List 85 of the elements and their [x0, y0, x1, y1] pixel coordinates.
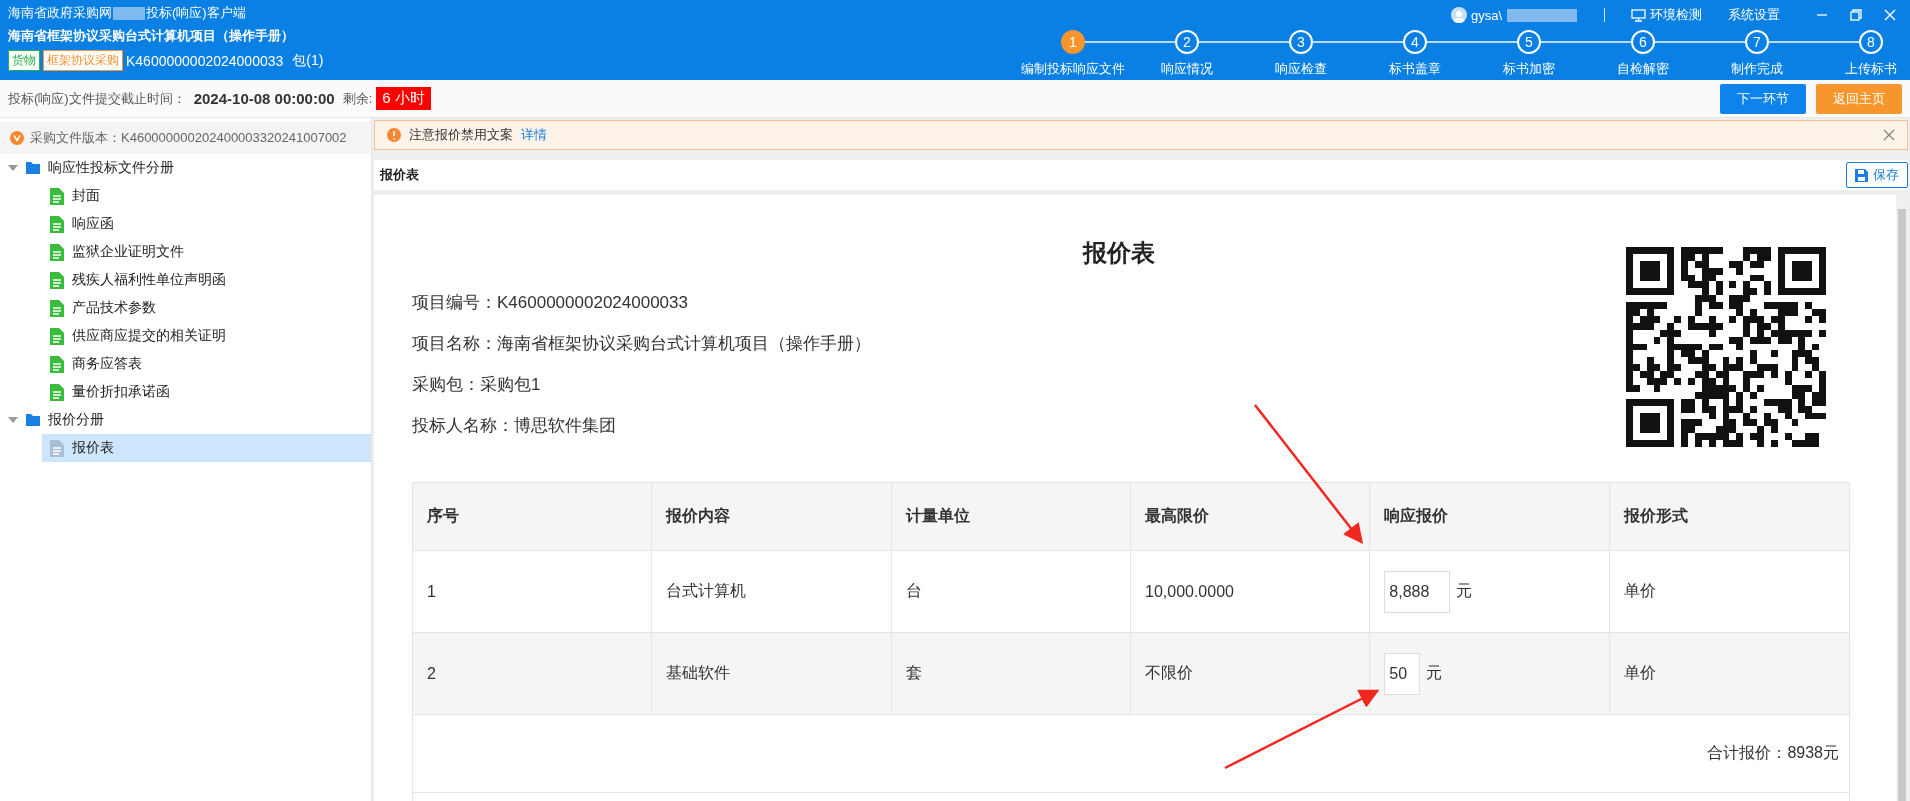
step-label: 标书加密	[1503, 60, 1555, 78]
notice-text: 注意报价禁用文案	[409, 126, 513, 144]
step-number[interactable]: 8	[1859, 30, 1883, 54]
table-cell: 不限价	[1131, 633, 1371, 715]
panel-title: 报价表	[380, 166, 419, 184]
step-number[interactable]: 7	[1745, 30, 1769, 54]
monitor-icon	[1631, 8, 1646, 22]
header-link[interactable]: 系统设置	[1728, 6, 1780, 24]
action-button[interactable]: 返回主页	[1816, 83, 1902, 114]
warning-icon	[387, 128, 401, 142]
step-number[interactable]: 5	[1517, 30, 1541, 54]
app-title: 海南省政府采购网	[8, 4, 112, 22]
step-number[interactable]: 2	[1175, 30, 1199, 54]
document-field: 项目编号：K4600000002024000033	[412, 291, 1626, 314]
tree-item[interactable]: 供应商应提交的相关证明	[0, 322, 371, 350]
document-icon	[50, 243, 64, 261]
close-icon[interactable]	[1883, 129, 1895, 141]
total-price: 合计报价：8938元	[1707, 743, 1839, 763]
step-number[interactable]: 1	[1061, 30, 1085, 54]
tree-item[interactable]: 监狱企业证明文件	[0, 238, 371, 266]
table-cell: 基础软件	[652, 633, 892, 715]
tree-item[interactable]: 报价表	[42, 434, 371, 462]
user-name: gysa\	[1470, 7, 1502, 23]
tree-folder[interactable]: 报价分册	[0, 406, 371, 434]
tag: 货物	[8, 50, 40, 71]
document-field: 采购包：采购包1	[412, 373, 1626, 396]
deadline-value: 2024-10-08 00:00:00	[193, 90, 335, 107]
price-input[interactable]: 50	[1384, 652, 1421, 695]
document-icon	[50, 439, 64, 457]
action-button[interactable]: 下一环节	[1720, 83, 1806, 114]
table-cell: 套	[891, 633, 1131, 715]
table-cell: 单价	[1609, 633, 1849, 715]
deadline-label: 投标(响应)文件提交截止时间：	[8, 89, 186, 108]
caret-icon[interactable]	[8, 165, 18, 171]
version-text: 采购文件版本：K460000000202400003320241007002	[30, 129, 347, 147]
redacted-block	[113, 6, 145, 20]
tree-folder[interactable]: 响应性投标文件分册	[0, 154, 371, 182]
document-icon	[50, 299, 64, 317]
document-icon	[50, 383, 64, 401]
step-label: 编制投标响应文件	[1021, 60, 1125, 78]
redacted-block	[1507, 8, 1577, 22]
document-icon	[50, 187, 64, 205]
tree-item[interactable]: 商务应答表	[0, 350, 371, 378]
document-icon	[50, 215, 64, 233]
step-label: 上传标书	[1845, 60, 1897, 78]
currency-label: 元	[1456, 581, 1473, 601]
caret-icon[interactable]	[8, 417, 18, 423]
restore-icon[interactable]	[1850, 9, 1862, 21]
step-label: 响应检查	[1275, 60, 1327, 78]
save-icon	[1855, 168, 1868, 182]
document-field: 投标人名称：博思软件集团	[412, 414, 1626, 437]
project-name: 海南省框架协议采购台式计算机项目（操作手册）	[8, 27, 295, 45]
header-link[interactable]: 环境检测	[1631, 6, 1702, 24]
document-icon	[50, 355, 64, 373]
tag: 框架协议采购	[43, 50, 123, 71]
step-label: 响应情况	[1161, 60, 1213, 78]
package-label: 包(1)	[292, 51, 324, 70]
document-title: 报价表	[1081, 238, 1156, 268]
tree-item[interactable]: 残疾人福利性单位声明函	[0, 266, 371, 294]
table-cell: 2	[413, 633, 653, 715]
step-label: 标书盖章	[1389, 60, 1441, 78]
step-number[interactable]: 3	[1289, 30, 1313, 54]
project-code: K4600000002024000033	[126, 52, 284, 69]
price-input[interactable]: 8,888	[1384, 570, 1451, 613]
details-link[interactable]: 详情	[521, 126, 547, 144]
tree-item[interactable]: 产品技术参数	[0, 294, 371, 322]
save-button[interactable]: 保存	[1846, 162, 1908, 188]
document-icon	[50, 327, 64, 345]
currency-label: 元	[1426, 663, 1443, 683]
app-title: 投标(响应)客户端	[146, 4, 246, 22]
tree-item[interactable]: 量价折扣承诺函	[0, 378, 371, 406]
step-number[interactable]: 6	[1631, 30, 1655, 54]
folder-icon	[26, 162, 40, 174]
document-icon	[50, 271, 64, 289]
user-avatar-icon	[1450, 7, 1467, 23]
version-icon	[10, 131, 24, 145]
tree-item[interactable]: 封面	[0, 182, 371, 210]
document-field: 项目名称：海南省框架协议采购台式计算机项目（操作手册）	[412, 332, 1626, 355]
folder-icon	[26, 414, 40, 426]
step-label: 自检解密	[1617, 60, 1669, 78]
step-number[interactable]: 4	[1403, 30, 1427, 54]
tree-item[interactable]: 响应函	[0, 210, 371, 238]
remaining-time: 6 小时	[376, 87, 431, 110]
remaining-label: 剩余:	[342, 89, 373, 108]
step-label: 制作完成	[1731, 60, 1783, 78]
